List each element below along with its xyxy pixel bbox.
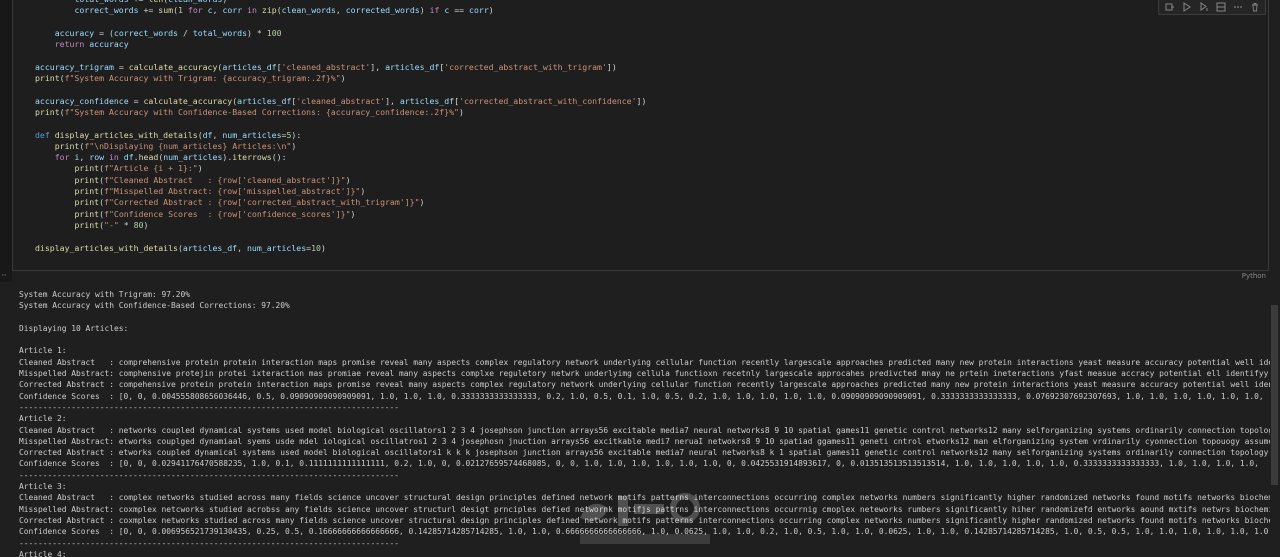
code-line[interactable]: print(f"\nDisplaying {num_articles} Arti…: [35, 141, 646, 152]
code-editor[interactable]: total_words += len(clean_words) correct_…: [35, 0, 646, 254]
output-line: Misspelled Abstract: etworks couplged dy…: [19, 436, 1270, 446]
output-line: Misspelled Abstract: comphensive proteji…: [19, 369, 1270, 379]
execute-below-icon[interactable]: [1197, 1, 1210, 13]
code-line[interactable]: accuracy = (correct_words / total_words)…: [35, 28, 646, 39]
code-line[interactable]: print(f"Cleaned Abstract : {row['cleaned…: [35, 175, 646, 186]
cell-output: System Accuracy with Trigram: 97.20% Syst…: [19, 289, 1270, 557]
code-line[interactable]: [35, 84, 646, 95]
code-line[interactable]: [35, 231, 646, 242]
code-line[interactable]: print(f"System Accuracy with Trigram: {a…: [35, 73, 646, 84]
output-line: Corrected Abstract : coxmplex networks s…: [19, 515, 1270, 525]
scrollbar-thumb[interactable]: [1271, 305, 1278, 485]
code-cell[interactable]: total_words += len(clean_words) correct_…: [12, 0, 1269, 271]
cell-gutter[interactable]: [0, 0, 12, 282]
output-line: Article 2:: [19, 414, 67, 424]
code-line[interactable]: print(f"Article {i + 1}:"): [35, 163, 646, 174]
run-by-line-icon[interactable]: [1163, 1, 1176, 13]
code-line[interactable]: accuracy_trigram = calculate_accuracy(ar…: [35, 62, 646, 73]
collapse-output-icon[interactable]: ⋯: [2, 271, 6, 279]
output-line: System Accuracy with Confidence-Based Co…: [19, 301, 290, 311]
output-line: Corrected Abstract : compehensive protei…: [19, 380, 1270, 390]
output-line: Confidence Scores : [0, 0, 0.00695652173…: [19, 527, 1270, 537]
code-line[interactable]: [35, 118, 646, 129]
output-line: Confidence Scores : [0, 0, 0.02941176470…: [19, 459, 1259, 469]
output-line: Cleaned Abstract : complex networks stud…: [19, 493, 1270, 503]
output-line: ----------------------------------------…: [19, 470, 400, 480]
code-line[interactable]: print("-" * 80): [35, 220, 646, 231]
output-line: ----------------------------------------…: [19, 538, 400, 548]
code-line[interactable]: print(f"System Accuracy with Confidence-…: [35, 107, 646, 118]
code-line[interactable]: display_articles_with_details(articles_d…: [35, 243, 646, 254]
output-line: Displaying 10 Articles:: [19, 323, 129, 333]
code-line[interactable]: for i, row in df.head(num_articles).iter…: [35, 152, 646, 163]
output-line: Cleaned Abstract : comprehensive protein…: [19, 357, 1270, 367]
output-line: Misspelled Abstract: coxmplex netcworks …: [19, 504, 1270, 514]
code-line[interactable]: correct_words += sum(1 for c, corr in zi…: [35, 5, 646, 16]
code-line[interactable]: print(f"Confidence Scores : {row['confid…: [35, 209, 646, 220]
output-line: ----------------------------------------…: [19, 402, 400, 412]
code-line[interactable]: return accuracy: [35, 39, 646, 50]
output-line: Article 1:: [19, 346, 67, 356]
output-line: Corrected Abstract : etworks coupled dyn…: [19, 448, 1270, 458]
code-line[interactable]: [35, 50, 646, 61]
split-cell-icon[interactable]: [1214, 1, 1227, 13]
execute-above-icon[interactable]: [1180, 1, 1193, 13]
output-line: Article 4:: [19, 549, 67, 557]
delete-icon[interactable]: [1248, 1, 1261, 13]
more-icon[interactable]: [1231, 1, 1244, 13]
code-line[interactable]: accuracy_confidence = calculate_accuracy…: [35, 96, 646, 107]
code-line[interactable]: print(f"Misspelled Abstract: {row['missp…: [35, 186, 646, 197]
output-line: Confidence Scores : [0, 0, 0.00455580865…: [19, 391, 1264, 401]
notebook-view: total_words += len(clean_words) correct_…: [0, 0, 1280, 557]
cell-language-label[interactable]: Python: [1242, 272, 1266, 280]
code-line[interactable]: def display_articles_with_details(df, nu…: [35, 130, 646, 141]
output-line: Cleaned Abstract : networks coupled dyna…: [19, 425, 1270, 435]
output-line: Article 3:: [19, 482, 67, 492]
cell-toolbar: [1158, 0, 1266, 15]
code-line[interactable]: print(f"Corrected Abstract : {row['corre…: [35, 197, 646, 208]
output-line: System Accuracy with Trigram: 97.20%: [19, 290, 191, 299]
code-line[interactable]: [35, 17, 646, 28]
